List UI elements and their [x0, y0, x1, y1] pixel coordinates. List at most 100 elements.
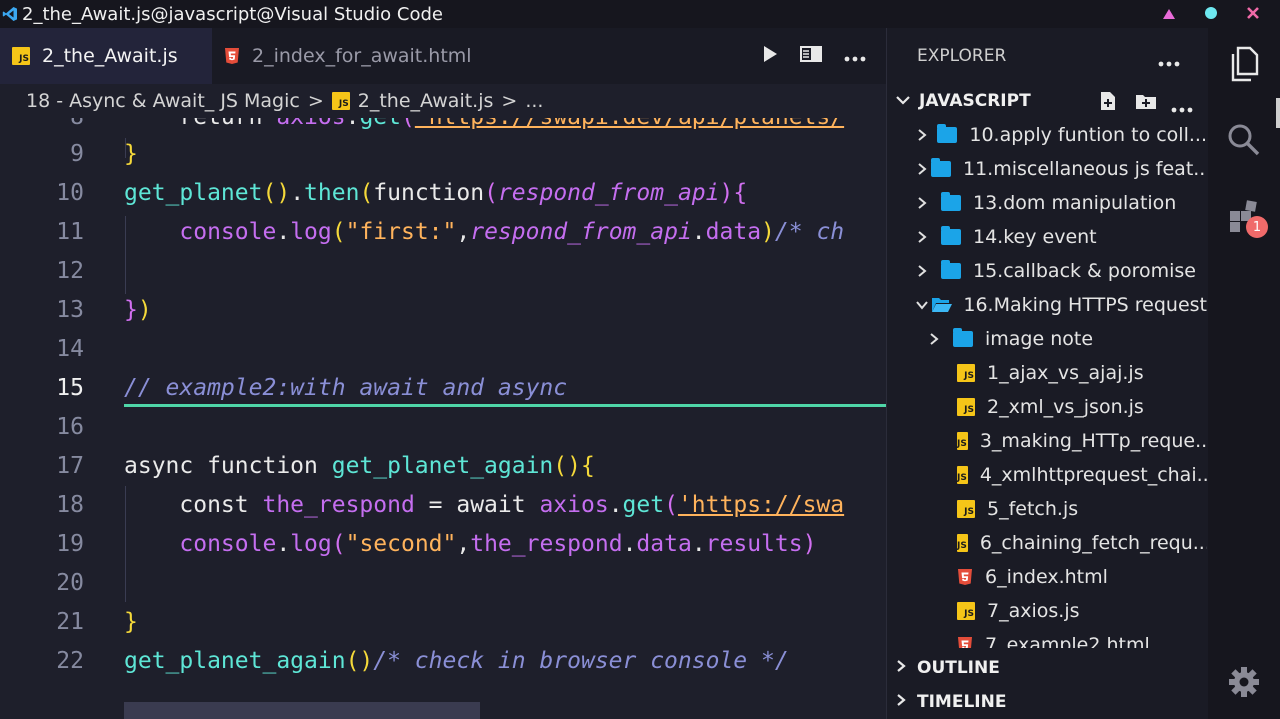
- line-number: 9: [70, 140, 84, 167]
- explorer-more-icon[interactable]: [1158, 52, 1180, 72]
- tree-file[interactable]: JS 3_making_HTTp_reque...: [887, 424, 1207, 458]
- line-number: 19: [56, 530, 84, 557]
- breadcrumb-folder[interactable]: 18 - Async & Await_ JS Magic: [26, 90, 300, 112]
- tree-file[interactable]: JS 4_xmlhttprequest_chai...: [887, 458, 1207, 492]
- code-line: 12: [0, 251, 886, 290]
- breadcrumb-separator: >: [307, 90, 324, 112]
- tab-label: 2_index_for_await.html: [252, 45, 472, 67]
- tree-file[interactable]: JS 7_axios.js: [887, 594, 1207, 628]
- js-file-icon: JS: [957, 466, 968, 484]
- code-line: 20: [0, 563, 886, 602]
- code-line: 18 const the_respond = await axios. get('…: [0, 485, 886, 524]
- collapse-more-icon[interactable]: [1171, 98, 1193, 118]
- breadcrumb-file[interactable]: 2_the_Await.js: [358, 90, 494, 112]
- line-number: 20: [56, 569, 84, 596]
- line-number: 22: [56, 647, 84, 674]
- close-button[interactable]: [1246, 5, 1260, 24]
- chevron-right-icon: [895, 692, 907, 712]
- timeline-section-header[interactable]: TIMELINE: [887, 685, 1207, 719]
- line-number: 8: [0, 118, 84, 130]
- folder-open-icon: [932, 298, 953, 312]
- settings-gear-icon[interactable]: [1224, 662, 1264, 702]
- tree-folder-10[interactable]: 10.apply funtion to coll...: [887, 118, 1207, 152]
- html5-file-icon: [958, 637, 972, 648]
- outline-label: OUTLINE: [917, 658, 1000, 678]
- chevron-right-icon: [913, 264, 931, 278]
- tree-item-label: 13.dom manipulation: [973, 192, 1177, 214]
- tree-folder-14[interactable]: 14.key event: [887, 220, 1207, 254]
- line-number: 12: [56, 257, 84, 284]
- folder-icon: [953, 328, 973, 347]
- tree-item-label: image note: [985, 328, 1094, 350]
- more-actions-icon[interactable]: [844, 47, 866, 66]
- tree-item-label: 6_chaining_fetch_requ...: [979, 532, 1207, 554]
- tree-item-label: 16.Making HTTPS request: [963, 294, 1207, 316]
- extensions-icon[interactable]: 1: [1224, 196, 1268, 238]
- explorer-sidebar: EXPLORER JAVASCRIPT 10.apply funtion to …: [886, 28, 1208, 719]
- tree-file[interactable]: JS 5_fetch.js: [887, 492, 1207, 526]
- code-editor[interactable]: 8 return axios.get('https://swapi.dev/ap…: [0, 118, 886, 719]
- code-text: console. log("first:", respond_from_api. da…: [124, 218, 845, 245]
- code-line: 21 }: [0, 602, 886, 641]
- chevron-right-icon: [913, 196, 931, 210]
- folder-icon: [941, 192, 961, 211]
- tree-folder-16[interactable]: 16.Making HTTPS request: [887, 288, 1207, 322]
- tab-2-the-await-js[interactable]: JS 2_the_Await.js: [0, 28, 212, 84]
- tree-item-label: 2_xml_vs_json.js: [987, 396, 1144, 418]
- js-file-icon: JS: [957, 432, 968, 450]
- code-text: console. log("second", the_respond. data. re…: [124, 530, 817, 557]
- tree-file[interactable]: 7_example2.html: [887, 628, 1207, 648]
- code-line: 19 console. log("second", the_respond. data…: [0, 524, 886, 563]
- line-number: 14: [56, 335, 84, 362]
- tree-folder-15[interactable]: 15.callback & poromise: [887, 254, 1207, 288]
- line-number: 16: [56, 413, 84, 440]
- split-editor-icon[interactable]: [800, 46, 822, 66]
- chevron-right-icon: [913, 128, 931, 142]
- code-line: 14: [0, 329, 886, 368]
- editor-tabs: JS 2_the_Await.js 2_index_for_await.html: [0, 28, 886, 84]
- vertical-scrollbar-thumb[interactable]: [1276, 98, 1280, 128]
- line-number: 11: [56, 218, 84, 245]
- tree-file[interactable]: 6_index.html: [887, 560, 1207, 594]
- search-icon[interactable]: [1224, 120, 1264, 160]
- html5-file-icon: [958, 569, 972, 585]
- run-icon[interactable]: [762, 45, 778, 67]
- chevron-right-icon: [913, 230, 931, 244]
- code-line: 10 get_planet(). then(function(respond_fr…: [0, 173, 886, 212]
- maximize-button[interactable]: [1204, 5, 1218, 24]
- line-number: 10: [56, 179, 84, 206]
- new-file-icon[interactable]: [1099, 91, 1117, 116]
- explorer-title: EXPLORER: [917, 46, 1007, 66]
- outline-section-header[interactable]: OUTLINE: [887, 651, 1207, 685]
- line-number: 13: [56, 296, 84, 323]
- extensions-badge: 1: [1246, 216, 1268, 238]
- new-folder-icon[interactable]: [1135, 92, 1157, 115]
- code-text: get_planet_again()/* check in browser co…: [124, 647, 789, 674]
- horizontal-scrollbar[interactable]: [124, 702, 480, 719]
- tree-folder-13[interactable]: 13.dom manipulation: [887, 186, 1207, 220]
- breadcrumb: 18 - Async & Await_ JS Magic > JS 2_the_…: [0, 84, 886, 118]
- tree-item-label: 4_xmlhttprequest_chai...: [979, 464, 1207, 486]
- activity-bar: 1: [1208, 28, 1280, 719]
- tree-file[interactable]: JS 2_xml_vs_json.js: [887, 390, 1207, 424]
- workspace-root-label: JAVASCRIPT: [919, 91, 1031, 111]
- tree-folder-11[interactable]: 11.miscellaneous js feat...: [887, 152, 1207, 186]
- folder-icon: [931, 158, 951, 177]
- tree-item-label: 11.miscellaneous js feat...: [963, 158, 1207, 180]
- minimize-button[interactable]: [1162, 5, 1176, 24]
- tab-2-index-for-await-html[interactable]: 2_index_for_await.html: [212, 28, 502, 84]
- tab-label: 2_the_Await.js: [42, 45, 178, 67]
- file-tree: 10.apply funtion to coll... 11.miscellan…: [887, 118, 1207, 648]
- chevron-down-icon: [895, 91, 911, 111]
- timeline-label: TIMELINE: [917, 692, 1007, 712]
- tree-file[interactable]: JS 6_chaining_fetch_requ...: [887, 526, 1207, 560]
- folder-icon: [941, 260, 961, 279]
- html5-file-icon: [225, 48, 239, 64]
- explorer-files-icon[interactable]: [1224, 44, 1264, 84]
- tree-folder-image-note[interactable]: image note: [887, 322, 1207, 356]
- tree-file[interactable]: JS 1_ajax_vs_ajaj.js: [887, 356, 1207, 390]
- line-number: 17: [56, 452, 84, 479]
- breadcrumb-more[interactable]: ...: [525, 90, 543, 112]
- workspace-root-header[interactable]: JAVASCRIPT: [887, 84, 1208, 118]
- line-number: 15: [56, 374, 84, 401]
